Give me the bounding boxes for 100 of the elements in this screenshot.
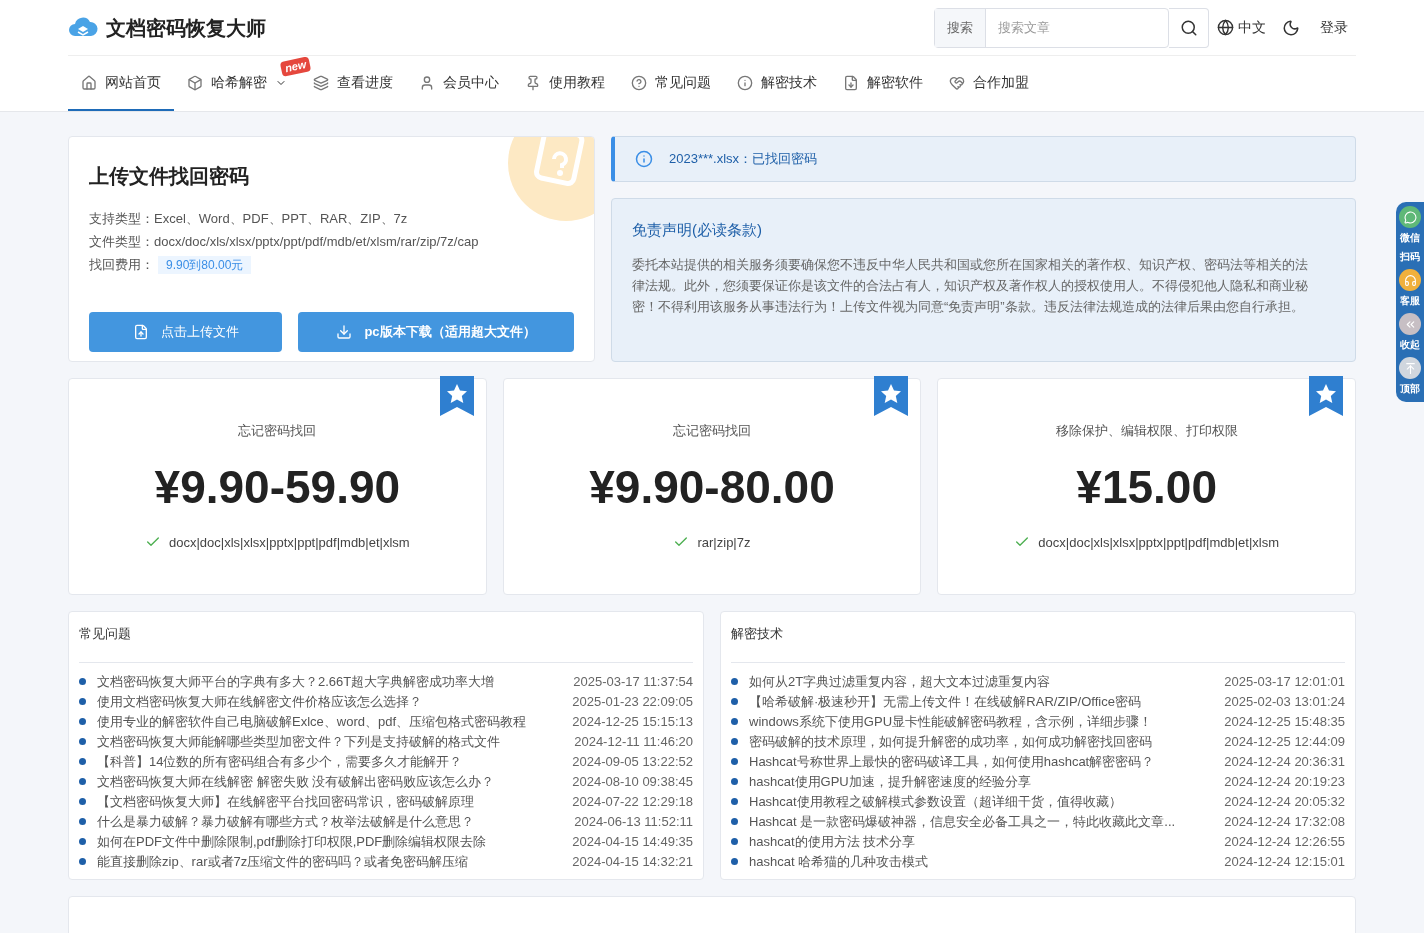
price-amount: ¥9.90-80.00 xyxy=(589,459,835,515)
article-date: 2024-12-24 12:26:55 xyxy=(1223,832,1345,851)
article-link[interactable]: Hashcat 是一款密码爆破神器，信息安全必备工具之一，特此收藏此文章... xyxy=(749,811,1176,832)
bullet-icon xyxy=(79,838,86,845)
article-link[interactable]: 文档密码恢复大师平台的字典有多大？2.66T超大字典解密成功率大增 xyxy=(97,671,495,692)
article-date: 2024-12-24 12:15:01 xyxy=(1223,852,1345,871)
article-link[interactable]: Hashcat号称世界上最快的密码破译工具，如何使用hashcat解密密码？ xyxy=(749,751,1155,772)
article-link[interactable]: hashcat的使用方法 技术分享 xyxy=(749,831,916,852)
side-tool-button[interactable]: 微信扫码 xyxy=(1399,206,1421,266)
article-date: 2025-03-17 12:01:01 xyxy=(1223,672,1345,691)
pin-icon xyxy=(525,74,541,91)
article-link[interactable]: 【文档密码恢复大师】在线解密平台找回密码常识，密码破解原理 xyxy=(97,791,474,812)
bullet-icon xyxy=(731,678,738,685)
article-link[interactable]: Hashcat使用教程之破解模式参数设置（超详细干货，值得收藏） xyxy=(749,791,1122,812)
article-date: 2024-12-24 20:19:23 xyxy=(1223,772,1345,791)
dark-mode-button[interactable] xyxy=(1282,18,1300,37)
disclaimer-text: 委托本站提供的相关服务须要确保您不违反中华人民共和国或您所在国家相关的著作权、知识产权、密码法等相关的法律法规。此外，您须要保证你是该文件的合法占有人，知识产权及著作权人的授权使用人。不得侵犯他人隐私和商业秘密！不得利用该服务从事违法行为！上传文件视为同意“免责声明”条款。违反法律法规造成的法律后果由您自行承担。 xyxy=(632,255,1309,316)
nav-tab[interactable]: 会员中心 xyxy=(406,56,512,111)
nav-tab[interactable]: 解密技术 xyxy=(724,56,830,111)
info-label: 文件类型： xyxy=(89,233,154,251)
bullet-icon xyxy=(731,798,738,805)
article-date: 2024-12-24 20:05:32 xyxy=(1223,792,1345,811)
article-link[interactable]: 使用文档密码恢复大师在线解密文件价格应该怎么选择？ xyxy=(97,691,422,712)
nav-tab[interactable]: 网站首页 xyxy=(68,56,174,111)
side-tool-button[interactable]: 收起 xyxy=(1399,313,1421,354)
upload-title: 上传文件找回密码 xyxy=(89,164,250,189)
article-link[interactable]: 文档密码恢复大师在线解密 解密失败 没有破解出密码败应该怎么办？ xyxy=(97,771,495,792)
download-icon xyxy=(336,324,353,340)
article-link[interactable]: 能直接删除zip、rar或者7z压缩文件的密码吗？或者免密码解压缩 xyxy=(97,851,469,872)
article-date: 2024-08-10 09:38:45 xyxy=(571,772,693,791)
article-date: 2024-06-13 11:52:11 xyxy=(573,812,693,831)
article-link[interactable]: hashcat使用GPU加速，提升解密速度的经验分享 xyxy=(749,771,1031,792)
info-label: 支持类型： xyxy=(89,210,154,228)
article-link[interactable]: windows系统下使用GPU显卡性能破解密码教程，含示例，详细步骤！ xyxy=(749,711,1153,732)
article-link[interactable]: 密码破解的技术原理，如何提升解密的成功率，如何成功解密找回密码 xyxy=(749,731,1152,752)
article-date: 2024-12-25 12:44:09 xyxy=(1223,732,1345,751)
login-link[interactable]: 登录 xyxy=(1320,17,1348,38)
layers-icon xyxy=(313,74,329,91)
search-button[interactable] xyxy=(1169,7,1209,48)
price-subtitle: 忘记密码找回 xyxy=(673,422,751,440)
article-date: 2024-09-05 13:22:52 xyxy=(571,752,693,771)
panel-title: 解密技术 xyxy=(731,612,1345,663)
chat-icon xyxy=(1399,206,1421,228)
fee-tag: 9.90到80.00元 xyxy=(158,255,252,274)
bullet-icon xyxy=(731,818,738,825)
price-amount: ¥15.00 xyxy=(1076,459,1217,515)
format-list: rar|zip|7z xyxy=(697,532,751,552)
price-subtitle: 移除保护、编辑权限、打印权限 xyxy=(1055,422,1238,440)
article-link[interactable]: 使用专业的解密软件自己电脑破解Exlce、word、pdf、压缩包格式密码教程 xyxy=(97,711,527,732)
site-logo-text[interactable]: 文档密码恢复大师 xyxy=(106,12,266,43)
article-date: 2024-04-15 14:32:21 xyxy=(571,852,693,871)
search-input[interactable]: 搜索文章 xyxy=(986,17,1168,38)
nav-tab[interactable]: 解密软件 xyxy=(830,56,936,111)
info-icon xyxy=(635,150,653,168)
article-link[interactable]: 【科普】14位数的所有密码组合有多少个，需要多久才能解开？ xyxy=(97,751,463,772)
bullet-icon xyxy=(79,698,86,705)
article-date: 2024-04-15 14:49:35 xyxy=(571,832,693,851)
article-link[interactable]: 【哈希破解·极速秒开】无需上传文件！在线破解RAR/ZIP/Office密码 xyxy=(749,691,1141,712)
disclaimer-title: 免责声明(必读条款) xyxy=(632,220,763,240)
side-tool-button[interactable]: 客服 xyxy=(1399,269,1421,310)
format-list: docx|doc|xls|xlsx|pptx|ppt|pdf|mdb|et|xlsm xyxy=(169,532,410,552)
handshake-icon xyxy=(949,74,965,91)
side-tool-button[interactable]: 顶部 xyxy=(1399,357,1421,398)
bullet-icon xyxy=(731,758,738,765)
article-link[interactable]: 如何从2T字典过滤重复内容，超大文本过滤重复内容 xyxy=(749,671,1051,692)
nav-tab[interactable]: 合作加盟 xyxy=(936,56,1042,111)
moon-icon xyxy=(1282,18,1300,37)
article-date: 2025-01-23 22:09:05 xyxy=(571,692,693,711)
bullet-icon xyxy=(731,698,738,705)
panel-title: 常见问题 xyxy=(79,612,693,663)
article-link[interactable]: 如何在PDF文件中删除限制,pdf删除打印权限,PDF删除编辑权限去除 xyxy=(97,831,487,852)
article-date: 2024-12-24 17:32:08 xyxy=(1223,812,1345,831)
nav-tab[interactable]: 使用教程 xyxy=(512,56,618,111)
article-link[interactable]: 文档密码恢复大师能解哪些类型加密文件？下列是支持破解的格式文件 xyxy=(97,731,500,752)
bullet-icon xyxy=(79,798,86,805)
article-date: 2024-07-22 12:29:18 xyxy=(571,792,693,811)
bullet-icon xyxy=(79,818,86,825)
format-list: docx|doc|xls|xlsx|pptx|ppt|pdf|mdb|et|xlsm xyxy=(1038,532,1279,552)
search-field[interactable]: 搜索 搜索文章 xyxy=(934,7,1169,48)
search-icon xyxy=(1179,18,1198,37)
language-button[interactable]: 中文 xyxy=(1217,17,1266,38)
article-link[interactable]: hashcat 哈希猫的几种攻击模式 xyxy=(749,851,929,872)
help-icon xyxy=(631,74,647,91)
article-date: 2024-12-24 20:36:31 xyxy=(1223,752,1345,771)
top-icon xyxy=(1399,357,1421,379)
article-date: 2024-12-11 11:46:20 xyxy=(573,732,693,751)
file-download-icon xyxy=(843,74,859,91)
price-amount: ¥9.90-59.90 xyxy=(154,459,401,515)
bullet-icon xyxy=(731,738,738,745)
bullet-icon xyxy=(79,738,86,745)
file-upload-icon xyxy=(132,324,149,340)
nav-tab[interactable]: 常见问题 xyxy=(618,56,724,111)
bullet-icon xyxy=(79,758,86,765)
bullet-icon xyxy=(79,678,86,685)
new-badge: new xyxy=(279,56,312,77)
article-link[interactable]: 什么是暴力破解？暴力破解有哪些方式？枚举法破解是什么意思？ xyxy=(97,811,474,832)
bullet-icon xyxy=(79,718,86,725)
bullet-icon xyxy=(731,858,738,865)
search-label: 搜索 xyxy=(935,8,986,47)
price-subtitle: 忘记密码找回 xyxy=(238,422,317,440)
